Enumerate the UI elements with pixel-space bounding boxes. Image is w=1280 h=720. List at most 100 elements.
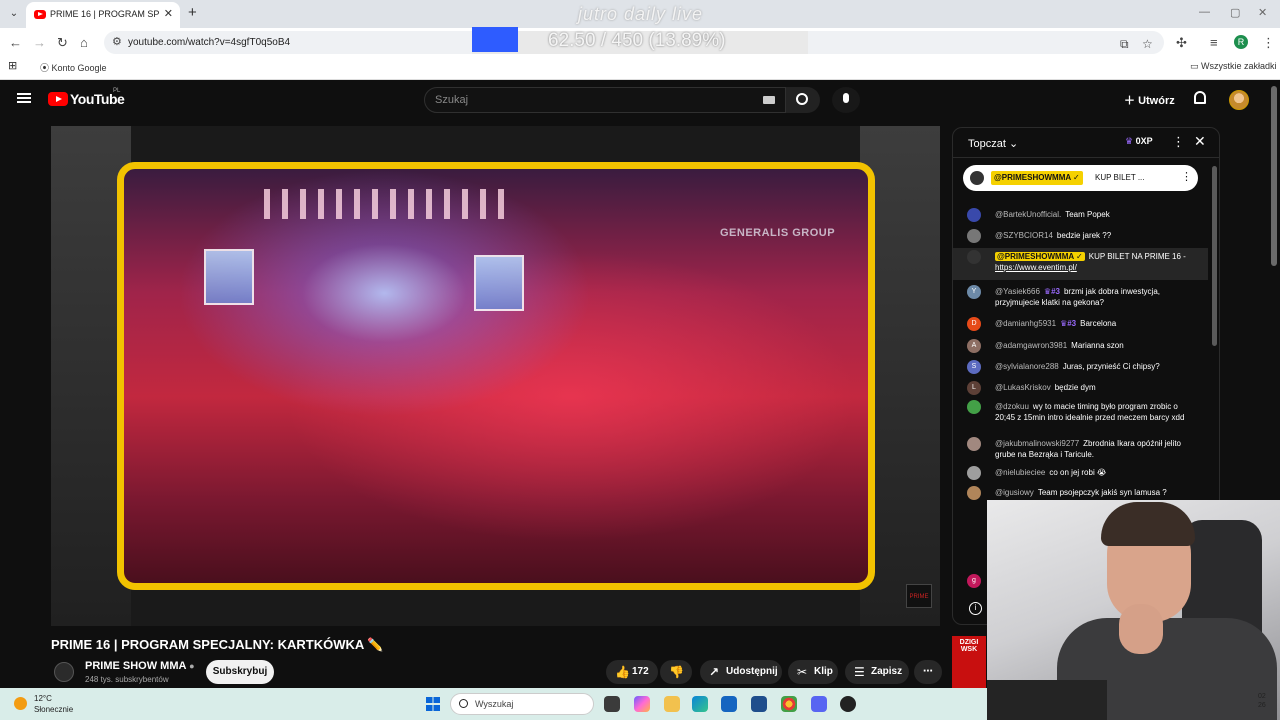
video-player[interactable]: GENERALIS GROUP PRIME	[51, 126, 940, 626]
chat-avatar[interactable]	[967, 250, 981, 264]
minimize-icon[interactable]: —	[1199, 6, 1210, 18]
like-button[interactable]: 👍 172	[606, 660, 658, 684]
apps-grid-icon[interactable]: ⊞	[8, 59, 17, 72]
chat-avatar[interactable]: L	[967, 381, 981, 395]
file-explorer-icon[interactable]	[664, 696, 680, 712]
subscribe-button[interactable]: Subskrybuj	[206, 660, 274, 684]
youtube-logo-icon[interactable]	[48, 92, 68, 106]
extensions-icon[interactable]: ✣	[1176, 35, 1187, 51]
share-button[interactable]: ↗ Udostępnij	[700, 660, 782, 684]
all-bookmarks[interactable]: ▭ Wszystkie zakładki	[1190, 61, 1277, 72]
chat-author[interactable]: @adamgawron3981	[995, 341, 1067, 350]
search-input[interactable]: Szukaj	[424, 87, 786, 113]
chat-mode-dropdown[interactable]: Topczat ⌄	[968, 137, 1018, 150]
keyboard-icon[interactable]	[763, 96, 775, 104]
bookmark-star-icon[interactable]: ☆	[1142, 37, 1153, 51]
channel-watermark-logo[interactable]: PRIME	[906, 584, 932, 608]
pinned-message[interactable]: @PRIMESHOWMMA ✓ KUP BILET ... ⋮	[963, 165, 1198, 191]
channel-avatar[interactable]	[54, 662, 74, 682]
chat-avatar[interactable]	[967, 229, 981, 243]
bookmark-google-account[interactable]: ⦿ Konto Google	[40, 61, 107, 74]
reload-icon[interactable]: ↻	[57, 35, 68, 51]
forward-icon[interactable]: →	[33, 35, 46, 50]
chat-message-body: @damianhg5931 ♛#3 Barcelona	[995, 318, 1195, 329]
user-avatar[interactable]	[1229, 90, 1249, 110]
create-label: Utwórz	[1138, 95, 1175, 107]
browser-menu-icon[interactable]: ⋮	[1262, 35, 1275, 51]
chat-avatar[interactable]	[967, 437, 981, 451]
maximize-icon[interactable]: ▢	[1230, 6, 1240, 19]
weather-description[interactable]: Słonecznie	[34, 705, 73, 714]
outlook-icon[interactable]	[721, 696, 737, 712]
url-text[interactable]: youtube.com/watch?v=4sgfT0q5oB4	[128, 37, 290, 48]
chat-message-body: @nielubieciee co on jej robi 😭	[995, 467, 1195, 478]
pinned-options-icon[interactable]: ⋮	[1181, 170, 1192, 183]
chat-author[interactable]: @dzokuu	[995, 402, 1029, 411]
site-info-icon[interactable]: ⚙	[112, 35, 122, 48]
sun-icon[interactable]	[14, 697, 27, 710]
copilot-icon[interactable]	[634, 696, 650, 712]
window-close-icon[interactable]: ✕	[1258, 6, 1267, 19]
clip-button[interactable]: ✂ Klip	[788, 660, 838, 684]
channel-name[interactable]: PRIME SHOW MMA ●	[85, 660, 195, 672]
obs-icon[interactable]	[840, 696, 856, 712]
pinned-author: @PRIMESHOWMMA ✓	[991, 171, 1083, 185]
profile-avatar[interactable]: R	[1234, 35, 1248, 49]
taskbar-clock[interactable]: 02 26	[1258, 692, 1266, 710]
chat-info-icon[interactable]: i	[969, 602, 982, 615]
chat-avatar[interactable]: S	[967, 360, 981, 374]
chat-avatar[interactable]	[967, 486, 981, 500]
more-actions-button[interactable]: ⋯	[914, 660, 942, 684]
edge-icon[interactable]	[692, 696, 708, 712]
chat-author[interactable]: @Yasiek666	[995, 287, 1040, 296]
menu-icon[interactable]	[17, 93, 31, 103]
chat-author[interactable]: @PRIMESHOWMMA ✓	[995, 252, 1085, 261]
notifications-bell-icon[interactable]	[1194, 91, 1206, 104]
new-tab-icon[interactable]: +	[188, 4, 197, 21]
media-controls-icon[interactable]: ≡	[1210, 35, 1218, 50]
taskbar-search-input[interactable]: Wyszukaj	[450, 693, 594, 715]
discord-icon[interactable]	[811, 696, 827, 712]
chat-avatar[interactable]: A	[967, 339, 981, 353]
chat-author[interactable]: @SZYBCIOR14	[995, 231, 1053, 240]
store-icon[interactable]	[751, 696, 767, 712]
chat-options-icon[interactable]: ⋮	[1172, 134, 1185, 150]
chat-link[interactable]: https://www.eventim.pl/	[995, 263, 1077, 272]
browser-tab[interactable]: PRIME 16 | PROGRAM SPECJALNY: KARTKÓWKA …	[26, 2, 180, 28]
chat-avatar[interactable]	[967, 466, 981, 480]
voice-search-mic-icon[interactable]	[832, 87, 860, 113]
chat-author[interactable]: @jakubmalinowski9277	[995, 439, 1079, 448]
chat-author[interactable]: @LukasKriskov	[995, 383, 1051, 392]
chat-author[interactable]: @damianhg5931	[995, 319, 1056, 328]
member-rank-badge: ♛#3	[1060, 319, 1077, 328]
back-icon[interactable]: ←	[9, 35, 22, 50]
chat-author[interactable]: @nielubieciee	[995, 468, 1045, 477]
chat-scrollbar[interactable]	[1212, 166, 1217, 346]
chat-author[interactable]: @sylvialanore288	[995, 362, 1059, 371]
home-icon[interactable]: ⌂	[80, 35, 88, 50]
overlay-title: jutro daily live	[578, 4, 704, 24]
search-icon	[796, 93, 808, 105]
chat-author[interactable]: @BartekUnofficial.	[995, 210, 1061, 219]
youtube-header: YouTube PL Szukaj ＋ Utwórz	[0, 80, 1280, 120]
dislike-button[interactable]: 👎	[660, 660, 692, 684]
task-view-icon[interactable]	[604, 696, 620, 712]
tab-search-icon[interactable]: ⌄	[6, 6, 22, 22]
chat-avatar[interactable]: D	[967, 317, 981, 331]
clock-line-2: 26	[1258, 702, 1266, 709]
chat-author[interactable]: @igusiowy	[995, 488, 1034, 497]
tab-close-icon[interactable]: ✕	[164, 7, 173, 20]
chat-avatar[interactable]: Y	[967, 285, 981, 299]
cast-icon[interactable]: ⧉	[1120, 37, 1129, 52]
chrome-icon[interactable]	[781, 696, 797, 712]
xp-badge[interactable]: ♛ 0XP	[1125, 136, 1153, 147]
page-scrollbar[interactable]	[1271, 86, 1277, 266]
chat-avatar[interactable]	[967, 208, 981, 222]
search-button[interactable]	[786, 87, 820, 113]
save-button[interactable]: ☰ Zapisz	[845, 660, 909, 684]
windows-start-icon[interactable]	[426, 697, 440, 711]
chat-avatar[interactable]	[967, 400, 981, 414]
weather-temperature[interactable]: 12°C	[34, 694, 52, 703]
chat-close-icon[interactable]: ✕	[1194, 133, 1206, 150]
create-button[interactable]: ＋ Utwórz	[1124, 92, 1175, 108]
